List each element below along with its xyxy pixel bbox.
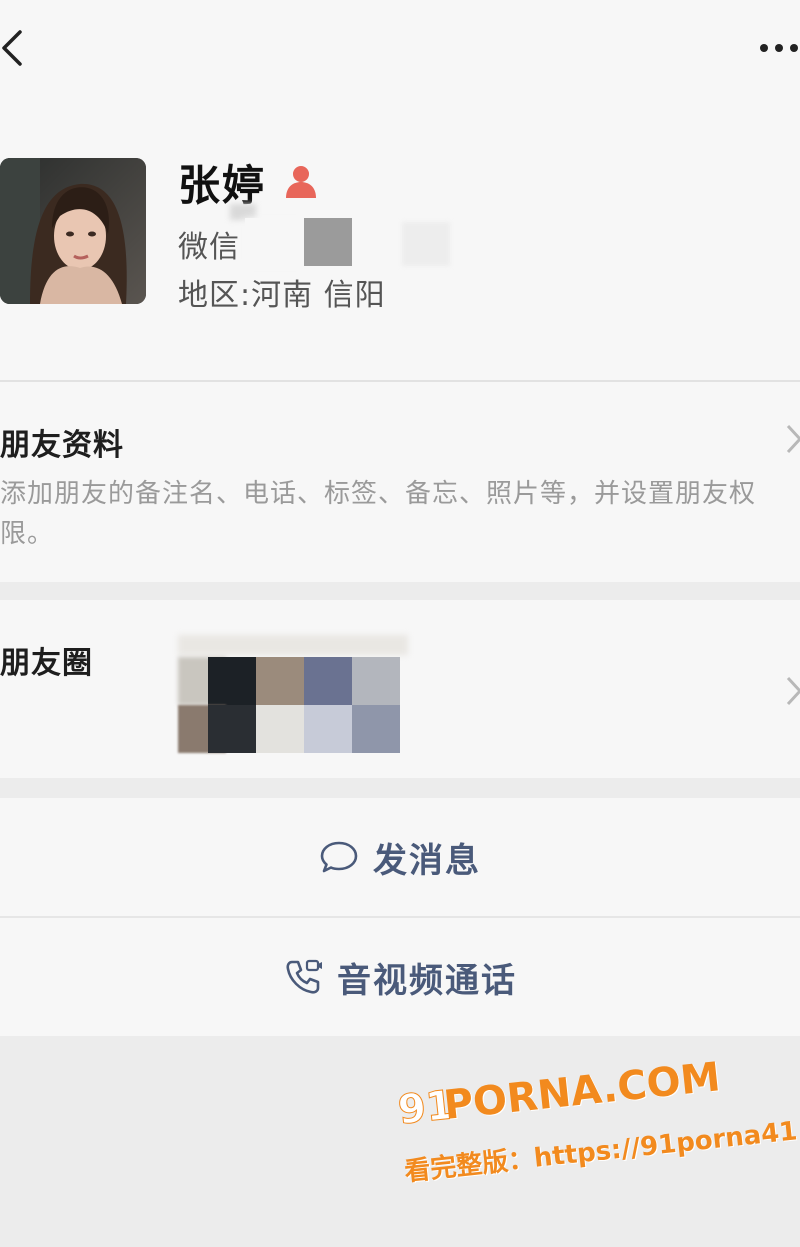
profile-header: 张婷 微信 地区:河南 信阳 xyxy=(0,100,800,380)
video-call-button[interactable]: 音视频通话 xyxy=(0,918,800,1036)
chevron-left-icon[interactable] xyxy=(0,26,34,70)
send-message-button[interactable]: 发消息 xyxy=(0,798,800,916)
chat-bubble-icon xyxy=(320,841,358,873)
moments-thumbnails xyxy=(178,635,408,753)
wechat-id-label: 微信 xyxy=(178,230,240,265)
friend-info-description: 添加朋友的备注名、电话、标签、备忘、照片等，并设置朋友权限。 xyxy=(0,479,757,549)
redacted-area xyxy=(402,222,450,266)
contact-profile-screen: 张婷 微信 地区:河南 信阳 朋友资料 添加朋友的备注名、电话、标签、备忘、照片… xyxy=(0,0,800,1247)
region-value: 河南 信阳 xyxy=(251,278,386,313)
region-row: 地区:河南 信阳 xyxy=(178,270,386,314)
site-watermark: 91 PORNA.COM 看完整版：https://91porna41.com xyxy=(395,1038,800,1229)
watermark-brand: PORNA.COM xyxy=(441,1054,723,1129)
ellipsis-icon[interactable] xyxy=(758,36,800,60)
chevron-right-icon xyxy=(786,676,800,706)
friend-info-cell[interactable]: 朋友资料 添加朋友的备注名、电话、标签、备忘、照片等，并设置朋友权限。 xyxy=(0,382,800,582)
chevron-right-icon xyxy=(786,424,800,454)
moments-title: 朋友圈 xyxy=(0,646,93,681)
region-label: 地区: xyxy=(178,278,252,313)
friend-info-title: 朋友资料 xyxy=(0,428,124,463)
send-message-label: 发消息 xyxy=(373,840,481,881)
phone-video-icon xyxy=(286,959,322,994)
top-nav-bar xyxy=(0,0,800,100)
female-user-icon xyxy=(286,166,316,198)
moments-cell[interactable]: 朋友圈 xyxy=(0,600,800,778)
video-call-label: 音视频通话 xyxy=(337,960,517,1001)
avatar[interactable] xyxy=(0,158,146,304)
redacted-area xyxy=(304,218,352,266)
redacted-area xyxy=(245,218,305,268)
